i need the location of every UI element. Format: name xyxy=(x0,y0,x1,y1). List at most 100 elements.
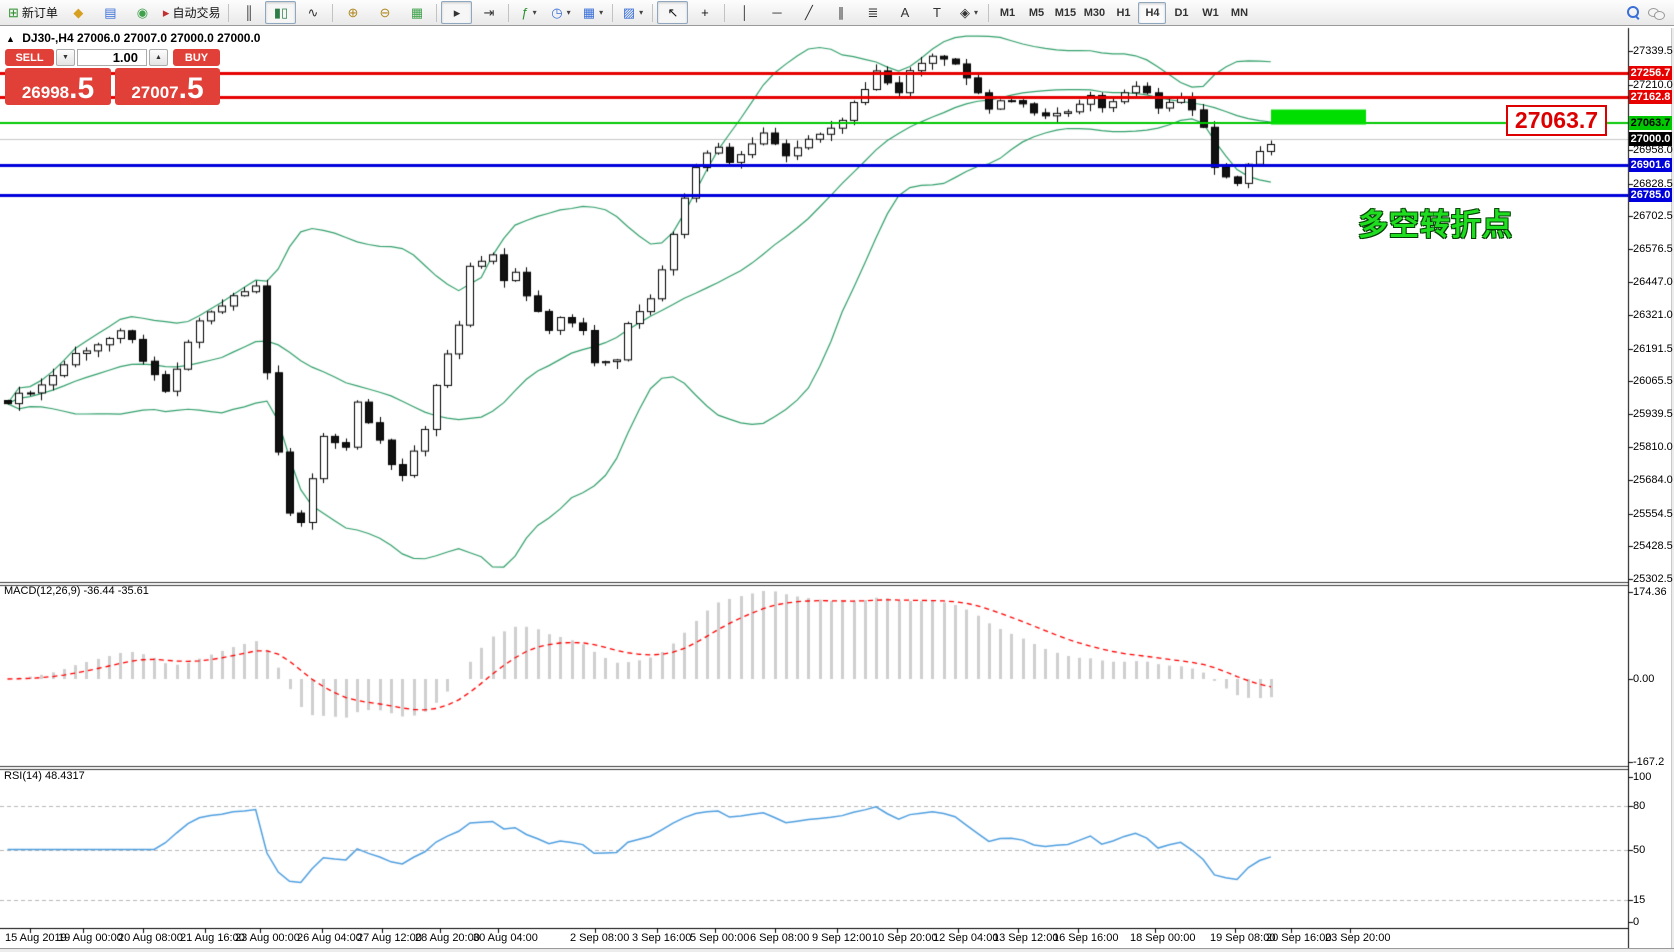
periods-button[interactable]: ◷▾ xyxy=(545,1,576,24)
toolbar-separator xyxy=(228,4,229,22)
horizontal-line-button[interactable]: ─ xyxy=(761,1,792,24)
timeframe-m5-button[interactable]: M5 xyxy=(1022,2,1050,24)
macd-indicator-label: MACD(12,26,9) -36.44 -35.61 xyxy=(4,585,149,597)
main-toolbar: ⊞新订单◆▤ ◉ ▸自动交易 ║ ▮▯ ∿ ⊕ ⊖ ▦ ▸ ⇥ ƒ▾◷▾▦▾ ▨▾ ↖+ │ ─ ╱ ∥ ≣ A T ◈▾… xyxy=(0,0,1674,26)
horizontal-line-icon: ─ xyxy=(772,6,781,19)
rsi-tick-label: 50 xyxy=(1633,844,1645,856)
timeframe-m30-button[interactable]: M30 xyxy=(1080,2,1108,24)
text-button[interactable]: A xyxy=(889,1,920,24)
time-tick-label: 9 Sep 12:00 xyxy=(812,932,871,944)
time-tick-label: 2 Sep 08:00 xyxy=(570,932,629,944)
auto-scroll-button[interactable]: ▸ xyxy=(441,1,472,24)
macd-tick-label: 0.00 xyxy=(1633,673,1654,685)
chart-surface[interactable] xyxy=(0,0,1674,952)
text-icon: A xyxy=(901,6,910,19)
timeframe-h4-button[interactable]: H4 xyxy=(1138,2,1166,24)
candlestick-button[interactable]: ▮▯ xyxy=(265,1,296,24)
bar-chart-icon: ║ xyxy=(244,6,253,19)
chart-shift-icon: ⇥ xyxy=(484,6,495,19)
rsi-tick-label: 0 xyxy=(1633,916,1639,928)
price-level-tag: 27000.0 xyxy=(1629,132,1672,146)
chat-icon[interactable] xyxy=(1648,7,1664,19)
crosshair-button[interactable]: + xyxy=(689,1,720,24)
signals-icon: ◉ xyxy=(137,6,148,19)
auto-scroll-icon: ▸ xyxy=(454,6,461,19)
zoom-out-button[interactable]: ⊖ xyxy=(369,1,400,24)
time-tick-label: 20 Aug 08:00 xyxy=(118,932,183,944)
toolbar-separator xyxy=(332,4,333,22)
price-level-tag: 26785.0 xyxy=(1629,188,1672,202)
trendline-button[interactable]: ╱ xyxy=(793,1,824,24)
time-tick-label: 20 Sep 16:00 xyxy=(1266,932,1331,944)
profiles-button[interactable]: ◆ xyxy=(63,1,94,24)
toolbar-separator xyxy=(436,4,437,22)
zoom-in-button[interactable]: ⊕ xyxy=(337,1,368,24)
new-order-button[interactable]: ⊞新订单 xyxy=(4,1,62,24)
sell-price-display[interactable]: 26998 .5 xyxy=(5,68,111,105)
time-tick-label: 26 Aug 04:00 xyxy=(297,932,362,944)
chart-profile-button[interactable]: ▨▾ xyxy=(617,1,648,24)
tile-windows-button[interactable]: ▦ xyxy=(401,1,432,24)
chart-shift-button[interactable]: ⇥ xyxy=(473,1,504,24)
cursor-button[interactable]: ↖ xyxy=(657,1,688,24)
price-tick-label: 26702.5 xyxy=(1633,210,1673,222)
channel-icon: ∥ xyxy=(838,6,845,19)
templates-button[interactable]: ▦▾ xyxy=(577,1,608,24)
line-chart-button[interactable]: ∿ xyxy=(297,1,328,24)
auto-trading-button[interactable]: ▸自动交易 xyxy=(159,1,225,24)
price-level-tag: 27063.7 xyxy=(1629,116,1672,130)
search-icon[interactable] xyxy=(1627,6,1640,19)
zoom-in-icon: ⊕ xyxy=(348,6,359,19)
templates-icon: ▦ xyxy=(583,6,595,19)
price-callout-box[interactable]: 27063.7 xyxy=(1506,105,1607,136)
toolbar-separator xyxy=(724,4,725,22)
sell-price-main: 26998 xyxy=(22,83,69,103)
time-tick-label: 19 Aug 00:00 xyxy=(58,932,123,944)
volume-decrease-button[interactable]: ▼ xyxy=(56,49,75,66)
timeframe-mn-button[interactable]: MN xyxy=(1225,2,1253,24)
arrows-button[interactable]: ◈▾ xyxy=(953,1,984,24)
indicators-button[interactable]: ƒ▾ xyxy=(513,1,544,24)
arrows-icon: ◈ xyxy=(960,6,970,19)
collapse-panel-icon[interactable]: ▲ xyxy=(6,34,15,44)
timeframe-w1-button[interactable]: W1 xyxy=(1196,2,1224,24)
time-tick-label: 13 Sep 12:00 xyxy=(993,932,1058,944)
vertical-line-button[interactable]: │ xyxy=(729,1,760,24)
timeframe-d1-button[interactable]: D1 xyxy=(1167,2,1195,24)
fibonacci-button[interactable]: ≣ xyxy=(857,1,888,24)
zoom-out-icon: ⊖ xyxy=(380,6,391,19)
sell-button[interactable]: SELL xyxy=(5,49,54,66)
buy-price-display[interactable]: 27007 .5 xyxy=(115,68,220,105)
line-chart-icon: ∿ xyxy=(308,6,319,19)
signals-button[interactable]: ◉ xyxy=(127,1,158,24)
timeframe-m15-button[interactable]: M15 xyxy=(1051,2,1079,24)
time-tick-label: 3 Sep 16:00 xyxy=(632,932,691,944)
new-order-button-label: 新订单 xyxy=(22,4,58,21)
timeframe-m1-button[interactable]: M1 xyxy=(993,2,1021,24)
chart-title: ▲ DJ30-,H4 27006.0 27007.0 27000.0 27000… xyxy=(6,31,260,45)
symbol-period-label: DJ30-,H4 xyxy=(22,31,73,45)
time-tick-label: 30 Aug 04:00 xyxy=(473,932,538,944)
market-watch-button[interactable]: ▤ xyxy=(95,1,126,24)
price-level-tag: 27162.8 xyxy=(1629,90,1672,104)
volume-increase-button[interactable]: ▲ xyxy=(149,49,168,66)
channel-button[interactable]: ∥ xyxy=(825,1,856,24)
text-label-icon: T xyxy=(933,6,941,19)
timeframe-h1-button[interactable]: H1 xyxy=(1109,2,1137,24)
bar-chart-button[interactable]: ║ xyxy=(233,1,264,24)
macd-tick-label: -167.2 xyxy=(1633,756,1664,768)
tile-windows-icon: ▦ xyxy=(411,6,423,19)
buy-price-frac: .5 xyxy=(179,75,204,103)
price-tick-label: 25684.0 xyxy=(1633,474,1673,486)
price-tick-label: 25428.5 xyxy=(1633,540,1673,552)
price-level-tag: 26901.6 xyxy=(1629,158,1672,172)
rsi-indicator-label: RSI(14) 48.4317 xyxy=(4,770,85,782)
volume-input[interactable]: 1.00 xyxy=(77,49,147,66)
auto-trading-button-label: 自动交易 xyxy=(172,4,220,21)
turning-point-annotation: 多空转折点 xyxy=(1358,200,1513,244)
buy-button[interactable]: BUY xyxy=(173,49,220,66)
candlestick-icon: ▮▯ xyxy=(274,6,288,19)
text-label-button[interactable]: T xyxy=(921,1,952,24)
time-tick-label: 6 Sep 08:00 xyxy=(750,932,809,944)
ohlc-values: 27006.0 27007.0 27000.0 27000.0 xyxy=(77,31,261,45)
